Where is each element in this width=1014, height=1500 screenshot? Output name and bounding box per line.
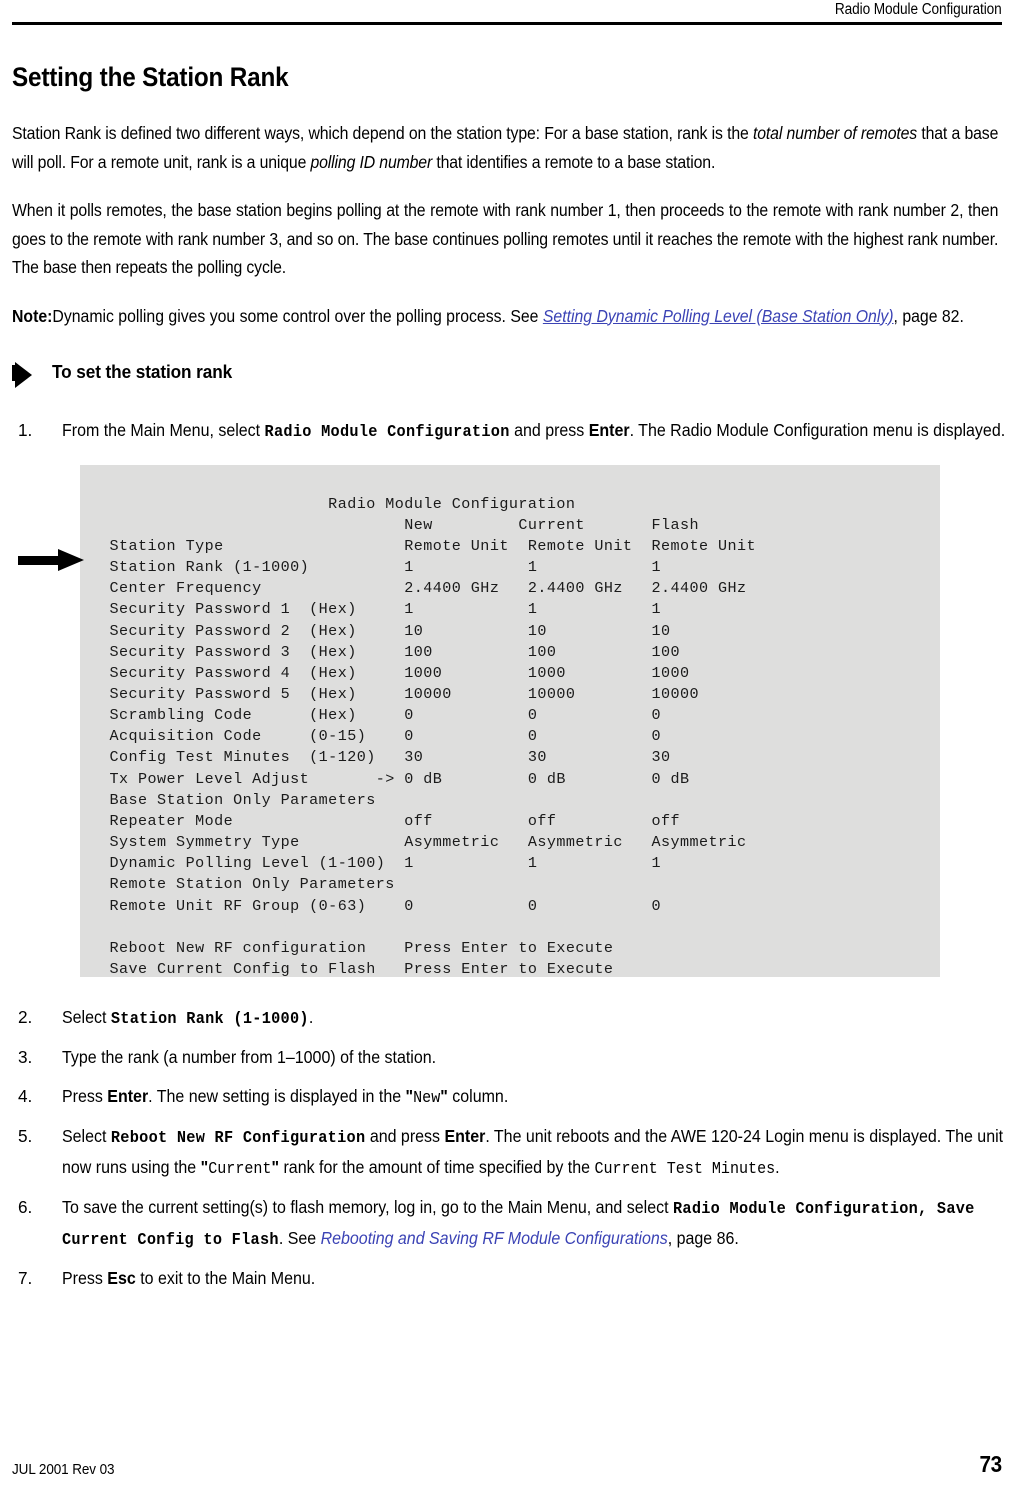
step-number: 4. xyxy=(18,1085,33,1106)
step-run-mono-plain: Current Test Minutes xyxy=(594,1159,776,1178)
step-run-text: Select xyxy=(62,1126,111,1146)
para1-part-c: that identifies a remote to a base stati… xyxy=(432,151,716,172)
step-run-text: rank for the amount of time specified by… xyxy=(279,1156,595,1177)
step-number: 2. xyxy=(18,1006,33,1027)
step-number: 7. xyxy=(18,1268,33,1288)
step-text: Type the rank (a number from 1–1000) of … xyxy=(62,1043,1009,1072)
footer-page-number: 73 xyxy=(979,1451,1003,1477)
para1-emphasis-1: total number of remotes xyxy=(753,123,918,143)
step-run-text: . The Radio Module Configuration menu is… xyxy=(629,420,1006,440)
para1-emphasis-2: polling ID number xyxy=(310,151,433,172)
note-after-text: , page 82. xyxy=(893,305,964,326)
step-run-text: column. xyxy=(447,1085,509,1106)
step-text: Press Esc to exit to the Main Menu. xyxy=(62,1264,1009,1293)
step-text: Select Reboot New RF Configuration and p… xyxy=(62,1122,1009,1183)
list-item: 3. Type the rank (a number from 1–1000) … xyxy=(12,1043,1002,1072)
step-run-text: and press xyxy=(365,1126,445,1146)
step-run-mono-bold: Radio Module Configuration xyxy=(264,422,510,441)
step-number: 6. xyxy=(18,1197,33,1217)
page-header: Radio Module Configuration xyxy=(0,0,1014,25)
callout-arrow-icon xyxy=(18,548,84,571)
step-run-text: To save the current setting(s) to flash … xyxy=(62,1197,673,1217)
list-item: 6. To save the current setting(s) to fla… xyxy=(12,1193,1002,1254)
page-footer: JUL 2001 Rev 03 73 xyxy=(12,1451,1002,1478)
step-text: Select Station Rank (1-1000). xyxy=(62,1003,1009,1034)
header-rule-divider xyxy=(12,22,1002,25)
procedure-arrow-icon xyxy=(15,362,32,388)
step-run-bold: " xyxy=(440,1085,448,1106)
step-run-text: Press xyxy=(62,1085,108,1106)
note-callout: Note:Dynamic polling gives you some cont… xyxy=(12,302,998,331)
step-run-text: . The new setting is displayed in the xyxy=(148,1085,406,1106)
step-run-text: to exit to the Main Menu. xyxy=(135,1268,316,1288)
step-text: To save the current setting(s) to flash … xyxy=(62,1193,1009,1254)
intro-paragraph-2: When it polls remotes, the base station … xyxy=(12,200,999,277)
step-text: Press Enter. The new setting is displaye… xyxy=(62,1082,1009,1113)
list-item: 4. Press Enter. The new setting is displ… xyxy=(12,1082,1002,1113)
step-run-text: , page 86. xyxy=(667,1227,739,1248)
step-run-mono-plain: New xyxy=(413,1088,441,1107)
footer-revision: JUL 2001 Rev 03 xyxy=(12,1461,115,1478)
step-run-text: From the Main Menu, select xyxy=(62,420,265,440)
steps-list-part-1: 1. From the Main Menu, select Radio Modu… xyxy=(12,416,1005,447)
step-run-text: Select xyxy=(62,1006,111,1027)
terminal-screen-text: Radio Module Configuration New Current F… xyxy=(109,494,757,979)
step-run-xref[interactable]: Rebooting and Saving RF Module Configura… xyxy=(321,1228,668,1248)
step-run-text: Press xyxy=(62,1268,108,1288)
list-item: 1. From the Main Menu, select Radio Modu… xyxy=(12,416,1005,447)
page-content: Setting the Station Rank Station Rank is… xyxy=(12,62,1005,1303)
step-run-text: . See xyxy=(278,1227,321,1248)
terminal-screen: Radio Module Configuration New Current F… xyxy=(80,464,940,978)
page-title: Setting the Station Rank xyxy=(12,62,289,92)
step-run-text: and press xyxy=(509,420,589,440)
note-label: Note: xyxy=(12,305,53,326)
steps-list-part-2: 2. Select Station Rank (1-1000). 3. Type… xyxy=(12,1003,1003,1293)
step-run-mono-bold: Station Rank (1-1000) xyxy=(110,1008,309,1028)
note-body-text: Dynamic polling gives you some control o… xyxy=(52,305,543,326)
list-item: 2. Select Station Rank (1-1000). xyxy=(12,1003,1002,1034)
step-run-bold: Esc xyxy=(107,1268,136,1288)
step-run-bold: Enter xyxy=(107,1085,149,1106)
document-page: Radio Module Configuration Setting the S… xyxy=(0,0,1014,1500)
para1-part-a: Station Rank is defined two different wa… xyxy=(12,123,754,143)
step-run-mono-plain: Current xyxy=(208,1159,272,1178)
terminal-screenshot-figure: Radio Module Configuration New Current F… xyxy=(12,464,1002,981)
step-run-text: . xyxy=(308,1006,314,1027)
step-number: 1. xyxy=(18,420,33,440)
step-run-text: Type the rank (a number from 1–1000) of … xyxy=(62,1047,437,1067)
cross-reference-link-polling-level[interactable]: Setting Dynamic Polling Level (Base Stat… xyxy=(543,306,894,326)
procedure-heading-label: To set the station rank xyxy=(52,361,233,382)
step-text: From the Main Menu, select Radio Module … xyxy=(62,416,1009,447)
step-run-text: . xyxy=(775,1156,780,1177)
list-item: 5. Select Reboot New RF Configuration an… xyxy=(12,1122,1003,1183)
list-item: 7. Press Esc to exit to the Main Menu. xyxy=(12,1264,1002,1293)
step-run-bold: Enter xyxy=(444,1126,486,1146)
step-run-mono-bold: Reboot New RF Configuration xyxy=(110,1128,366,1147)
running-header-title: Radio Module Configuration xyxy=(834,1,1002,18)
procedure-heading: To set the station rank xyxy=(12,360,1002,390)
step-number: 3. xyxy=(18,1047,33,1067)
intro-paragraph-1: Station Rank is defined two different wa… xyxy=(12,119,998,176)
step-number: 5. xyxy=(18,1126,33,1146)
step-run-bold: " xyxy=(405,1085,414,1106)
step-run-bold: Enter xyxy=(588,420,630,440)
callout-arrow-head xyxy=(58,548,84,571)
